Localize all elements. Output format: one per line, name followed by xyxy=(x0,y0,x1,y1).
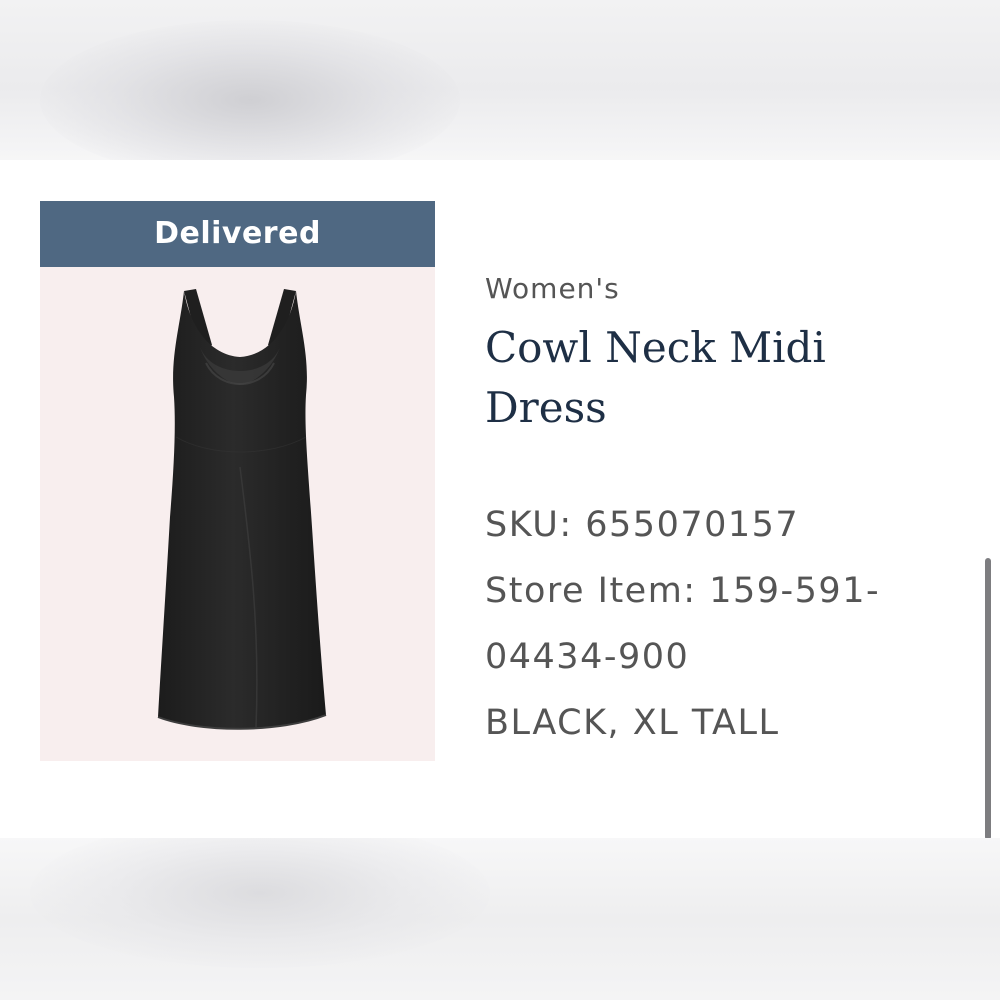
store-item-text-line-2: 04434-900 xyxy=(485,637,690,677)
sku-text: SKU: 655070157 xyxy=(485,505,800,545)
product-category: Women's xyxy=(485,272,620,305)
blurred-background-bottom xyxy=(0,838,1000,1000)
blurred-background-top xyxy=(0,0,1000,160)
status-badge: Delivered xyxy=(40,201,435,267)
black-midi-dress-image xyxy=(157,289,327,730)
product-image-tile[interactable]: Delivered xyxy=(40,201,435,761)
order-item-card[interactable]: Delivered Women's Cowl Neck Midi Dress S… xyxy=(0,160,1000,838)
product-details: Women's Cowl Neck Midi Dress SKU: 655070… xyxy=(485,272,965,756)
variant-text: BLACK, XL TALL xyxy=(485,703,780,743)
product-meta: SKU: 655070157 Store Item: 159-591- 0443… xyxy=(485,492,955,756)
vertical-scrollbar[interactable] xyxy=(985,558,991,840)
screenshot-frame: Delivered Women's Cowl Neck Midi Dress S… xyxy=(0,0,1000,1000)
product-name[interactable]: Cowl Neck Midi Dress xyxy=(485,318,885,438)
store-item-text-line-1: Store Item: 159-591- xyxy=(485,571,881,611)
